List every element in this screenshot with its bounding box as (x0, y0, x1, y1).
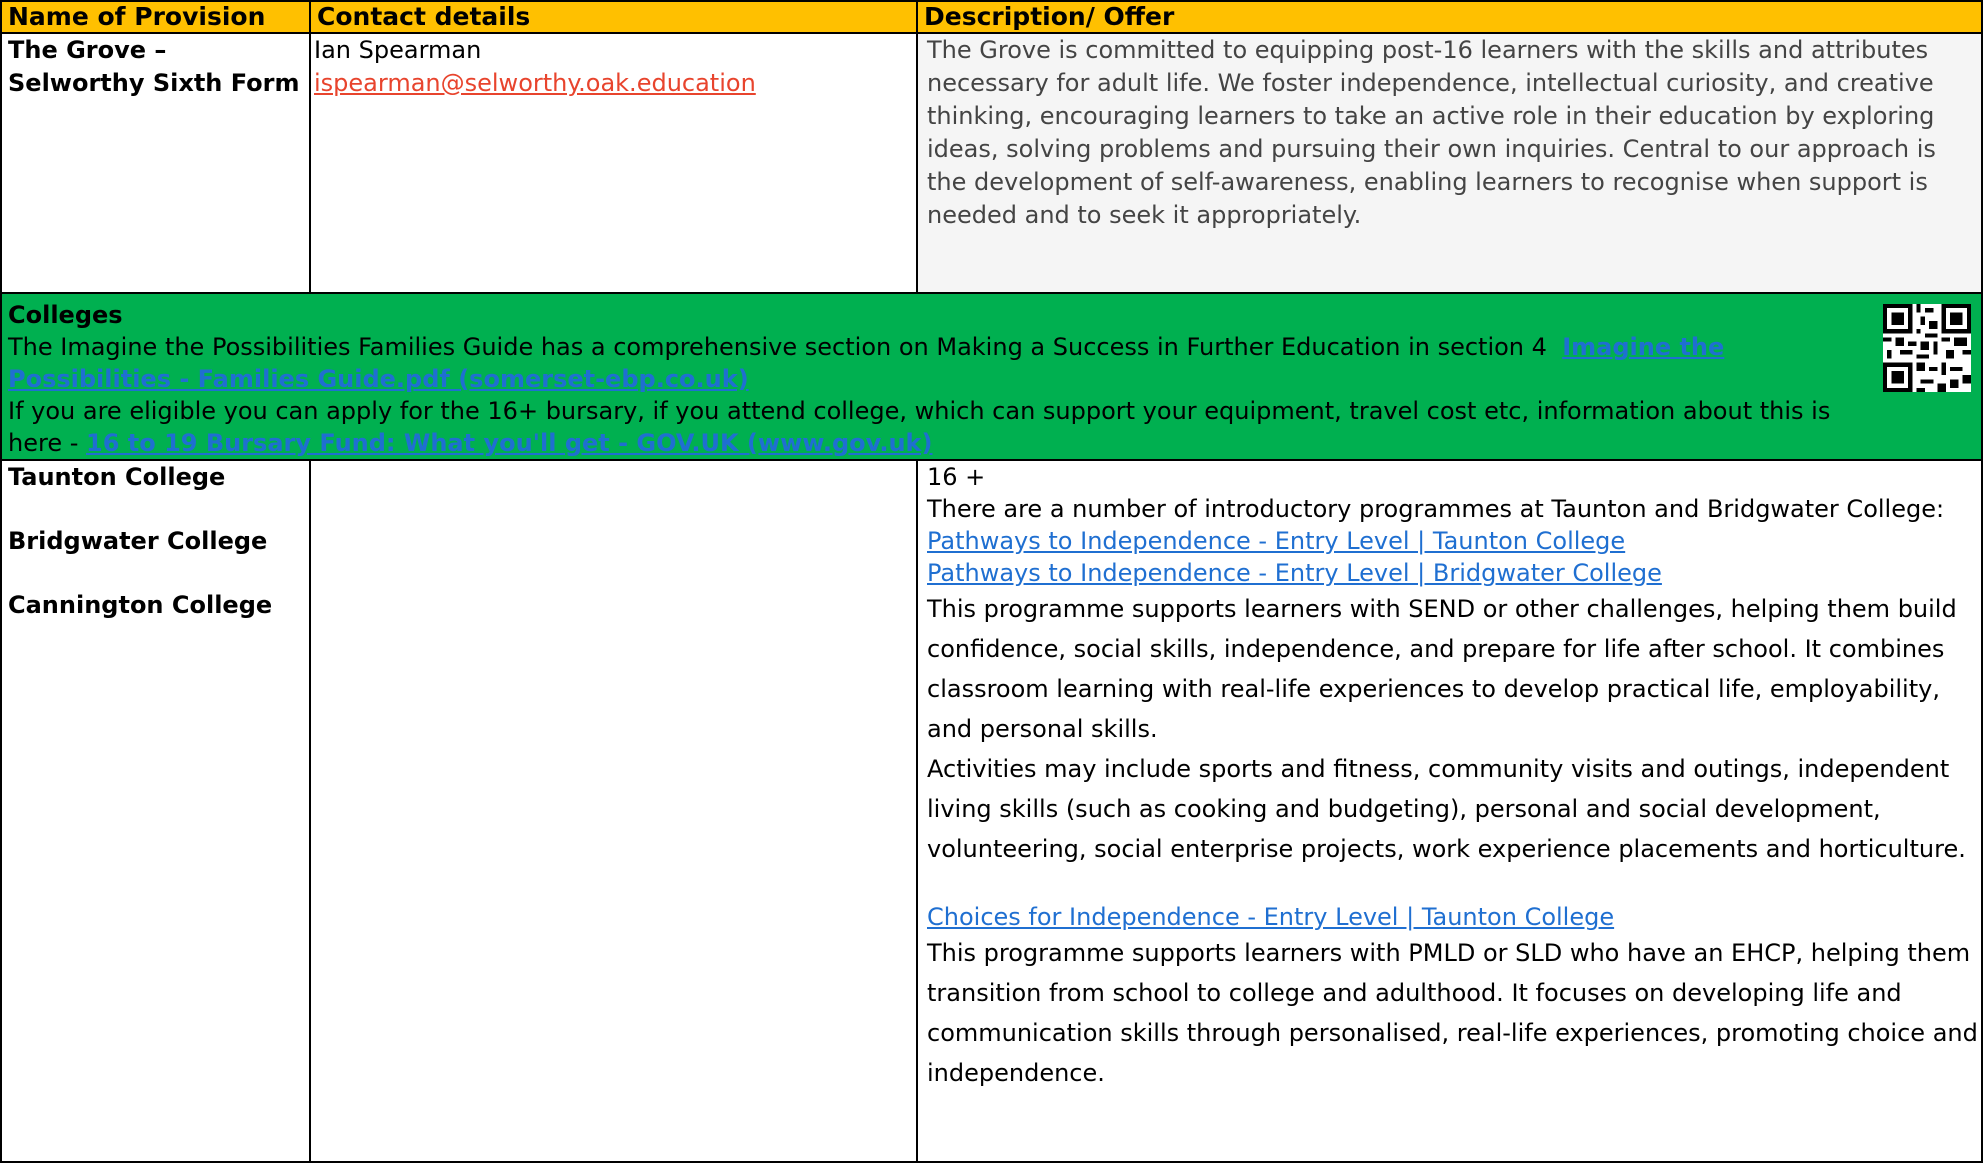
choices-description: This programme supports learners with PM… (927, 939, 1978, 1087)
grove-contact-name: Ian Spearman (314, 36, 482, 64)
qr-code-icon (1883, 304, 1971, 392)
college-names-cell: Taunton College Bridgwater College Canni… (0, 459, 311, 1163)
college-intro: There are a number of introductory progr… (927, 495, 1945, 523)
bursary-paragraph: If you are eligible you can apply for th… (8, 395, 1973, 459)
grove-name-line1: The Grove – (8, 36, 167, 64)
college-name-cannington: Cannington College (8, 591, 273, 619)
grove-name-cell: The Grove – Selworthy Sixth Form (0, 32, 311, 294)
bursary-link[interactable]: 16 to 19 Bursary Fund: What you'll get -… (86, 429, 932, 457)
grove-contact-cell: Ian Spearman ispearman@selworthy.oak.edu… (309, 32, 918, 294)
college-age: 16 + (927, 463, 986, 491)
colleges-guide-text: The Imagine the Possibilities Families G… (8, 333, 1547, 361)
pathways-description: This programme supports learners with SE… (927, 595, 1957, 743)
colleges-banner-cell: Colleges The Imagine the Possibilities F… (0, 292, 1983, 461)
header-description-offer: Description/ Offer (916, 0, 1983, 34)
choices-taunton-link[interactable]: Choices for Independence - Entry Level |… (927, 901, 1981, 933)
grove-row: The Grove – Selworthy Sixth Form Ian Spe… (0, 32, 1983, 294)
header-contact-details: Contact details (309, 0, 918, 34)
colleges-guide-paragraph: The Imagine the Possibilities Families G… (8, 331, 1973, 395)
provision-table: Name of Provision Contact details Descri… (0, 0, 1983, 1163)
grove-contact-email-link[interactable]: ispearman@selworthy.oak.education (314, 69, 756, 97)
grove-description: The Grove is committed to equipping post… (916, 32, 1983, 294)
pathways-activities: Activities may include sports and fitnes… (927, 755, 1966, 863)
pathways-bridgwater-link[interactable]: Pathways to Independence - Entry Level |… (927, 557, 1981, 589)
header-name-of-provision: Name of Provision (0, 0, 311, 34)
college-name-taunton: Taunton College (8, 463, 226, 491)
header-row: Name of Provision Contact details Descri… (0, 0, 1983, 34)
grove-name-line2: Selworthy Sixth Form (8, 69, 300, 97)
colleges-banner-title: Colleges (8, 301, 123, 329)
pathways-taunton-link[interactable]: Pathways to Independence - Entry Level |… (927, 525, 1981, 557)
college-description-cell: 16 + There are a number of introductory … (916, 459, 1983, 1163)
colleges-row: Taunton College Bridgwater College Canni… (0, 459, 1983, 1163)
college-name-bridgwater: Bridgwater College (8, 527, 268, 555)
college-contact-cell (309, 459, 918, 1163)
colleges-banner-row: Colleges The Imagine the Possibilities F… (0, 292, 1983, 461)
